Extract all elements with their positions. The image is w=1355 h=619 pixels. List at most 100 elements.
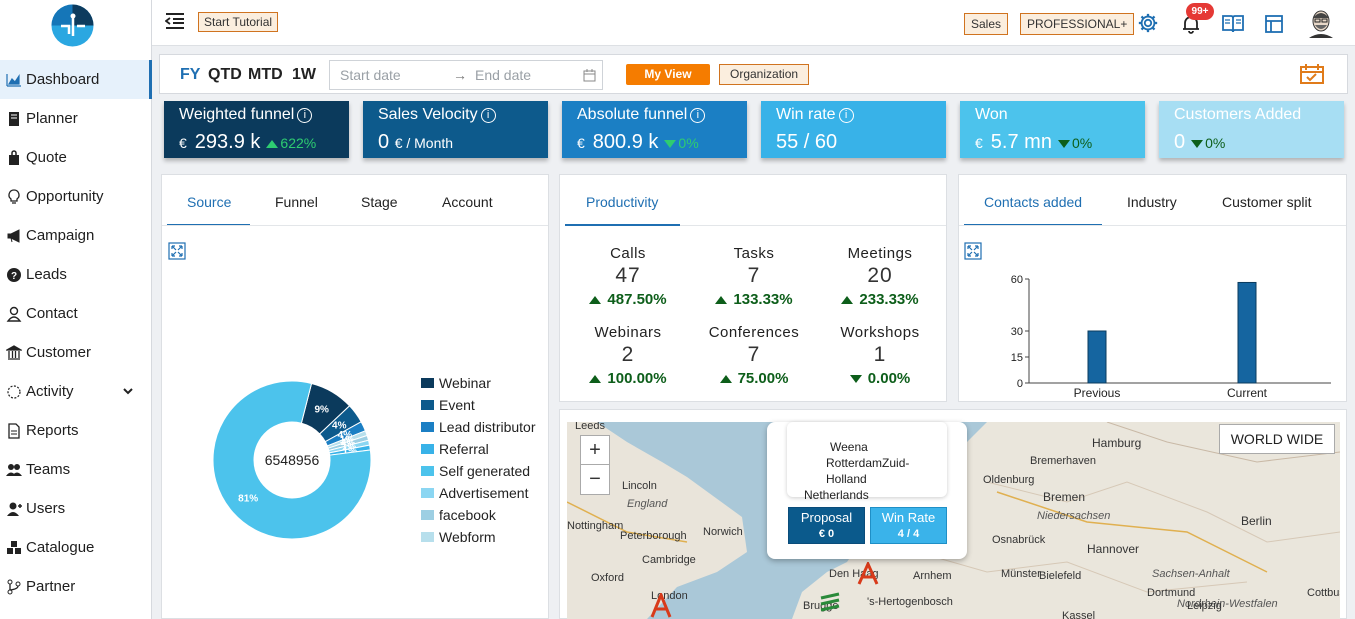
info-icon[interactable]: i	[838, 108, 854, 123]
tab-industry[interactable]: Industry	[1127, 194, 1177, 210]
date-range-picker[interactable]: Start date → End date	[329, 60, 603, 90]
my-view-button[interactable]: My View	[626, 64, 710, 85]
sidebar-item-partner[interactable]: Partner	[0, 567, 152, 606]
settings-gear-icon[interactable]	[1137, 12, 1159, 34]
metric-value: 20	[867, 264, 893, 287]
info-icon[interactable]: i	[480, 108, 496, 123]
tab-stage[interactable]: Stage	[361, 194, 398, 210]
kpi-card-sales-velocity[interactable]: Sales Velocity i 0 € / Month	[363, 101, 548, 158]
kpi-value: 293.9 k	[194, 131, 261, 153]
legend-item[interactable]: Event	[421, 397, 475, 413]
kpi-card-weighted-funnel[interactable]: Weighted funnel i €293.9 k 622%	[164, 101, 349, 158]
layout-panel-icon[interactable]	[1264, 14, 1284, 34]
map-place-label: 's-Hertogenbosch	[867, 596, 953, 608]
legend-item[interactable]: Lead distributor	[421, 419, 536, 435]
address-line-2: RotterdamZuid-Holland	[826, 456, 910, 486]
metric-label: Webinars	[594, 324, 662, 341]
period-fy[interactable]: FY	[180, 66, 200, 84]
map-place-label: Lincoln	[622, 480, 657, 492]
metric-label: Calls	[610, 245, 646, 262]
tab-contacts-added[interactable]: Contacts added	[984, 194, 1082, 210]
productivity-conferences[interactable]: Conferences 7 75.00%	[691, 324, 817, 387]
kpi-card-absolute-funnel[interactable]: Absolute funnel i €800.9 k 0%	[562, 101, 747, 158]
productivity-calls[interactable]: Calls 47 487.50%	[565, 245, 691, 308]
zoom-out-button[interactable]: −	[581, 465, 609, 494]
sidebar-item-quote[interactable]: Quote	[0, 138, 152, 177]
chevron-down-icon[interactable]	[122, 384, 134, 401]
legend-swatch	[421, 466, 434, 476]
calendar-check-icon[interactable]	[1299, 63, 1325, 85]
kpi-card-customers-added[interactable]: Customers Added 0 0%	[1159, 101, 1344, 158]
info-icon[interactable]: i	[690, 108, 706, 123]
legend-item[interactable]: Webinar	[421, 375, 491, 391]
expand-icon[interactable]	[964, 242, 982, 260]
sidebar-item-leads[interactable]: ? Leads	[0, 255, 152, 294]
legend-item[interactable]: Webform	[421, 529, 496, 545]
tab-customer-split[interactable]: Customer split	[1222, 194, 1311, 210]
period-mtd[interactable]: MTD	[248, 66, 283, 84]
info-icon[interactable]: i	[297, 108, 313, 123]
map-marker-icon[interactable]	[857, 562, 879, 586]
calendar-icon[interactable]	[583, 69, 596, 82]
app-logo[interactable]	[51, 4, 94, 47]
sidebar-item-contact[interactable]: Contact	[0, 294, 152, 333]
zoom-in-button[interactable]: +	[581, 436, 609, 465]
map-marker-icon[interactable]	[650, 593, 672, 619]
sidebar-item-planner[interactable]: Planner	[0, 99, 152, 138]
kpi-card-win-rate[interactable]: Win rate i 55 / 60	[761, 101, 946, 158]
sidebar: Dashboard Planner Quote Opportunity Campaign…	[0, 0, 152, 619]
sidebar-item-customer[interactable]: Customer	[0, 333, 152, 372]
sidebar-item-teams[interactable]: Teams	[0, 450, 152, 489]
legend-item[interactable]: Referral	[421, 441, 489, 457]
svg-text:?: ?	[11, 271, 17, 282]
open-book-icon[interactable]	[1221, 14, 1245, 34]
kpi-title: Customers Added	[1174, 106, 1301, 124]
legend-item[interactable]: Advertisement	[421, 485, 528, 501]
tab-funnel[interactable]: Funnel	[275, 194, 318, 210]
legend-item[interactable]: Self generated	[421, 463, 530, 479]
sidebar-item-activity[interactable]: Activity	[0, 372, 152, 411]
plan-tag[interactable]: PROFESSIONAL+	[1020, 13, 1135, 35]
sidebar-item-catalogue[interactable]: Catalogue	[0, 528, 152, 567]
win-rate-button[interactable]: Win Rate 4 / 4	[870, 507, 947, 544]
organization-button[interactable]: Organization	[719, 64, 810, 85]
sidebar-item-campaign[interactable]: Campaign	[0, 216, 152, 255]
map-place-label: Nottingham	[567, 520, 624, 532]
start-date-input[interactable]: Start date	[340, 67, 401, 83]
sidebar-item-reports[interactable]: Reports	[0, 411, 152, 450]
productivity-meetings[interactable]: Meetings 20 233.33%	[817, 245, 943, 308]
productivity-webinars[interactable]: Webinars 2 100.00%	[565, 324, 691, 387]
productivity-tasks[interactable]: Tasks 7 133.33%	[691, 245, 817, 308]
productivity-workshops[interactable]: Workshops 1 0.00%	[817, 324, 943, 387]
world-wide-button[interactable]: WORLD WIDE	[1219, 424, 1335, 454]
bar-current[interactable]	[1237, 281, 1257, 384]
kpi-value-row: €293.9 k 622%	[179, 131, 316, 154]
metric-change-value: 487.50%	[607, 291, 667, 308]
trend-down-icon	[664, 140, 677, 148]
kpi-card-won[interactable]: Won €5.7 mn 0%	[960, 101, 1145, 158]
end-date-input[interactable]: End date	[475, 67, 531, 83]
proposal-button[interactable]: Proposal € 0	[788, 507, 865, 544]
productivity-panel: Productivity Calls 47 487.50% Tasks 7 133.33%…	[559, 174, 947, 402]
user-avatar[interactable]	[1307, 8, 1335, 38]
menu-collapse-icon[interactable]	[165, 12, 185, 30]
sidebar-item-dashboard[interactable]: Dashboard	[0, 60, 152, 99]
sidebar-item-opportunity[interactable]: Opportunity	[0, 177, 152, 216]
sales-tag[interactable]: Sales	[964, 13, 1009, 35]
period-qtd[interactable]: QTD	[208, 66, 242, 84]
tab-account[interactable]: Account	[442, 194, 493, 210]
start-tutorial-button[interactable]: Start Tutorial	[198, 12, 279, 32]
metric-change-value: 75.00%	[737, 370, 789, 387]
map-marker-icon[interactable]	[819, 592, 841, 614]
bar-previous[interactable]	[1087, 330, 1107, 384]
legend-item[interactable]: facebook	[421, 507, 496, 523]
kpi-title: Absolute funnel i	[577, 106, 706, 124]
expand-icon[interactable]	[168, 242, 186, 260]
sidebar-item-label: Activity	[26, 383, 74, 400]
boxes-icon	[6, 540, 22, 556]
sidebar-item-label: Leads	[26, 266, 67, 283]
sidebar-item-users[interactable]: Users	[0, 489, 152, 528]
tab-productivity[interactable]: Productivity	[586, 194, 658, 210]
tab-source[interactable]: Source	[187, 194, 231, 210]
period-1w[interactable]: 1W	[292, 66, 316, 84]
